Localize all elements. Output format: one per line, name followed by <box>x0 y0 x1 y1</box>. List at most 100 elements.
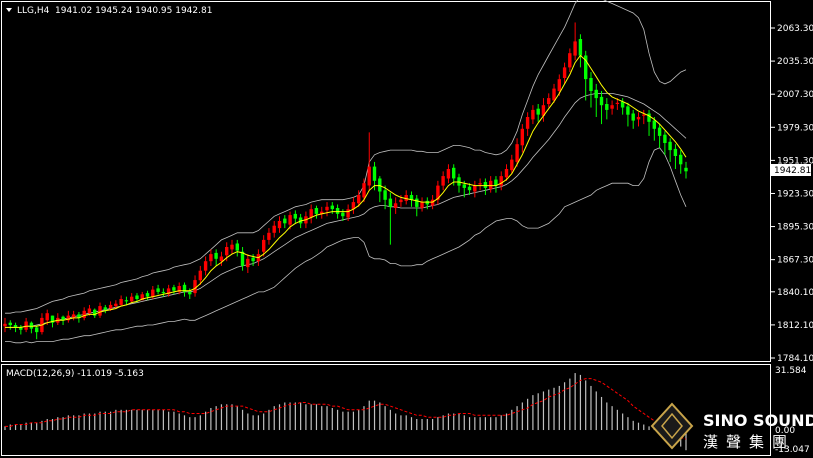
price-chart[interactable]: 2063.302035.302007.301979.301951.301923.… <box>0 0 813 458</box>
candle-body <box>457 177 461 186</box>
candle-body <box>293 213 297 219</box>
candle-body <box>504 169 509 178</box>
candle-body <box>230 244 234 250</box>
candle-body <box>652 120 656 129</box>
candle-body <box>547 98 551 104</box>
candle-body <box>483 182 488 188</box>
candle-body <box>219 256 224 262</box>
candlesticks <box>3 22 688 340</box>
candle-body <box>673 148 678 156</box>
candle-body <box>441 176 445 186</box>
candle-body <box>45 313 49 321</box>
candle-body <box>188 291 192 295</box>
candle-body <box>82 310 86 318</box>
candle-body <box>562 67 567 78</box>
candle-body <box>631 113 635 121</box>
candle-body <box>151 289 155 297</box>
axis-tick-label: 2007.30 <box>777 90 813 100</box>
candle-body <box>314 208 319 214</box>
candle-body <box>98 306 102 316</box>
candle-body <box>420 202 424 208</box>
candle-body <box>288 215 292 225</box>
candle-body <box>346 209 350 218</box>
axis-tick-label: 1979.30 <box>777 123 813 133</box>
candle-body <box>668 141 672 151</box>
band-upper <box>5 0 687 314</box>
candle-body <box>357 195 361 204</box>
main-panel-frame <box>1 1 771 362</box>
candle-body <box>399 199 403 203</box>
candle-body <box>283 218 287 224</box>
candle-body <box>145 293 150 297</box>
candle-body <box>599 96 604 106</box>
candle-body <box>225 247 229 256</box>
candle-body <box>589 78 593 91</box>
band-lower <box>5 147 687 344</box>
current-price-label: 1942.81 <box>774 166 811 176</box>
candle-body <box>272 225 276 233</box>
candle-body <box>156 288 160 292</box>
candle-body <box>642 114 646 116</box>
axis-tick-label: 2035.30 <box>777 57 813 67</box>
candle-body <box>267 232 271 240</box>
candle-body <box>388 198 393 207</box>
candle-body <box>29 322 34 329</box>
candle-body <box>203 261 208 271</box>
candle-body <box>552 88 556 101</box>
candle-body <box>8 322 12 326</box>
bollinger-bands <box>5 0 687 344</box>
logo-chinese: 漢聲集團 <box>703 433 795 451</box>
candle-body <box>251 257 255 262</box>
candle-body <box>663 134 667 143</box>
candle-body <box>341 212 345 217</box>
candle-body <box>684 167 688 172</box>
candle-body <box>679 154 683 165</box>
collapse-triangle-icon[interactable] <box>6 8 12 12</box>
axis-tick-label: 1895.30 <box>777 223 813 233</box>
band-middle <box>5 93 687 328</box>
candle-body <box>446 169 451 179</box>
candle-body <box>262 239 266 252</box>
candle-body <box>172 287 176 291</box>
candle-body <box>478 183 482 185</box>
candle-body <box>636 117 641 120</box>
candle-body <box>161 291 166 294</box>
candle-body <box>119 299 123 305</box>
candle-body <box>108 304 113 309</box>
candle-body <box>383 190 387 200</box>
logo-text: SINO SOUND <box>703 411 813 430</box>
candle-body <box>235 243 239 251</box>
candle-body <box>425 200 429 205</box>
candle-body <box>309 209 313 218</box>
candle-body <box>520 128 524 146</box>
candle-body <box>135 295 139 299</box>
candle-body <box>573 41 577 56</box>
ohlc-label: 1941.02 1945.24 1940.95 1942.81 <box>55 6 212 16</box>
candle-body <box>467 186 472 191</box>
candle-body <box>193 280 197 294</box>
candle-body <box>452 167 456 179</box>
candle-body <box>536 108 540 115</box>
candle-body <box>462 184 466 188</box>
candle-body <box>610 105 614 109</box>
candle-body <box>568 53 572 68</box>
candle-body <box>393 203 398 208</box>
macd-label: MACD(12,26,9) -11.019 -5.163 <box>6 369 144 379</box>
candle-body <box>594 89 598 99</box>
macd-signal-line <box>5 378 687 440</box>
candle-body <box>531 109 535 120</box>
candle-body <box>198 270 202 281</box>
candle-body <box>372 166 377 181</box>
axis-tick-label: 1812.10 <box>777 321 813 331</box>
candle-body <box>209 254 213 262</box>
axis-tick-label: 1923.30 <box>777 190 813 200</box>
candle-body <box>246 258 250 268</box>
macd-top-label: 31.584 <box>775 366 807 376</box>
symbol-label: LLG,H4 <box>17 6 50 16</box>
candle-body <box>605 104 609 110</box>
candle-body <box>657 127 662 136</box>
candle-body <box>277 221 282 229</box>
candle-body <box>124 300 129 302</box>
candle-body <box>489 180 493 190</box>
candle-body <box>71 314 76 318</box>
